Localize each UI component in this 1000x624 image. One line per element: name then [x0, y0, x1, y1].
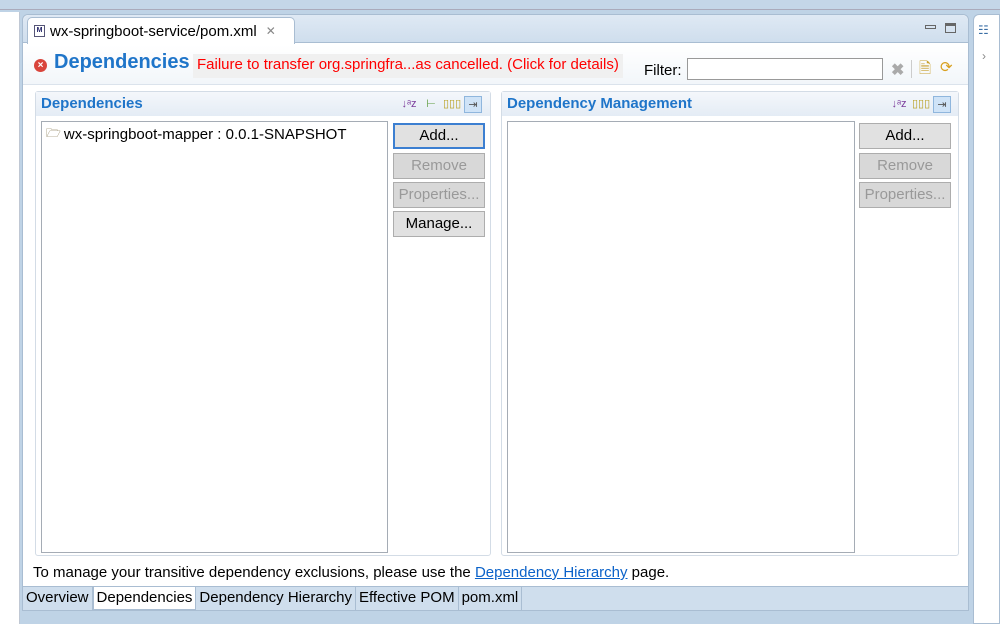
toolbar — [0, 0, 1000, 10]
exclusions-hint: To manage your transitive dependency exc… — [33, 564, 669, 581]
manage-button[interactable]: Manage... — [393, 211, 485, 237]
dependency-management-section: Dependency Management ↓ᵃz ▯▯▯ ⇥ Add... R… — [501, 91, 959, 556]
maximize-icon[interactable] — [945, 23, 956, 33]
add-dependency-button[interactable]: Add... — [393, 123, 485, 149]
refresh-icon[interactable]: ⟳ — [940, 58, 953, 76]
pom-editor: M wx-springboot-service/pom.xml ✕ × Depe… — [22, 14, 969, 611]
show-inherited-icon[interactable]: ⇥ — [464, 96, 482, 113]
editor-page-tabs: Overview Dependencies Dependency Hierarc… — [23, 586, 968, 610]
dependencies-section: Dependencies ↓ᵃz ⊢ ▯▯▯ ⇥ 🗁 wx-springboot… — [35, 91, 491, 556]
page-title: Dependencies — [54, 51, 190, 73]
left-view-panel — [0, 12, 20, 624]
clear-filter-icon[interactable]: ✖ — [891, 60, 904, 80]
dependencies-list[interactable]: 🗁 wx-springboot-mapper : 0.0.1-SNAPSHOT — [41, 121, 388, 553]
close-icon[interactable]: ✕ — [266, 24, 276, 38]
show-inherited-icon[interactable]: ⇥ — [933, 96, 951, 113]
outline-icon[interactable]: ☷ — [978, 23, 989, 37]
divider — [911, 60, 912, 78]
hint-text-end: page. — [627, 564, 670, 581]
add-managed-button[interactable]: Add... — [859, 123, 951, 149]
sort-az-icon[interactable]: ↓ᵃz — [400, 96, 418, 113]
tab-dependency-hierarchy[interactable]: Dependency Hierarchy — [196, 587, 356, 610]
maven-file-icon: M — [34, 25, 45, 37]
properties-button[interactable]: Properties... — [393, 182, 485, 208]
managed-properties-button[interactable]: Properties... — [859, 182, 951, 208]
editor-tab-strip: M wx-springboot-service/pom.xml ✕ — [23, 15, 968, 44]
tab-effective-pom[interactable]: Effective POM — [356, 587, 459, 610]
tab-overview[interactable]: Overview — [23, 587, 93, 610]
folder-icon: 🗁 — [46, 126, 61, 140]
remove-dependency-button[interactable]: Remove — [393, 153, 485, 179]
expand-chevron-icon[interactable]: › — [982, 49, 986, 63]
managed-dependencies-list[interactable] — [507, 121, 855, 553]
dependency-hierarchy-link[interactable]: Dependency Hierarchy — [475, 564, 628, 581]
columns-icon[interactable]: ▯▯▯ — [443, 96, 461, 113]
filter-input[interactable] — [687, 58, 883, 80]
dependency-label: wx-springboot-mapper : 0.0.1-SNAPSHOT — [63, 126, 347, 143]
remove-managed-button[interactable]: Remove — [859, 153, 951, 179]
error-icon: × — [34, 59, 47, 72]
group-tree-icon[interactable]: ⊢ — [422, 96, 440, 113]
sort-az-icon[interactable]: ↓ᵃz — [890, 96, 908, 113]
minimize-icon[interactable] — [925, 25, 936, 29]
editor-tab[interactable]: M wx-springboot-service/pom.xml ✕ — [27, 17, 295, 44]
show-effective-pom-icon[interactable]: 🗎 — [919, 58, 931, 83]
editor-tab-title: wx-springboot-service/pom.xml — [50, 22, 257, 40]
columns-icon[interactable]: ▯▯▯ — [912, 96, 930, 113]
list-item[interactable]: 🗁 wx-springboot-mapper : 0.0.1-SNAPSHOT — [42, 122, 387, 147]
tab-pom-xml[interactable]: pom.xml — [459, 587, 523, 610]
filter-label: Filter: — [644, 62, 682, 79]
error-message-link[interactable]: Failure to transfer org.springfra...as c… — [193, 54, 623, 78]
outline-view-panel: ☷ › — [973, 14, 1000, 624]
hint-text: To manage your transitive dependency exc… — [33, 564, 475, 581]
tab-dependencies[interactable]: Dependencies — [92, 587, 197, 610]
